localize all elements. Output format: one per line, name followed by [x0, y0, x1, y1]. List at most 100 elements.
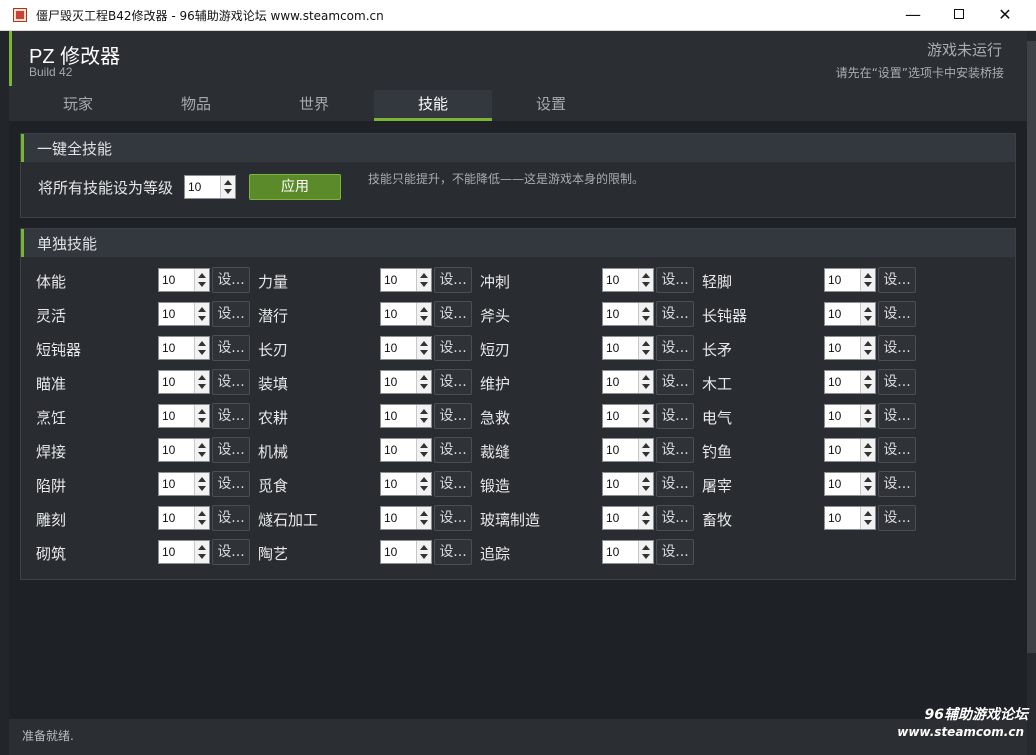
arrow-down-icon[interactable] [198, 350, 206, 355]
arrow-up-icon[interactable] [864, 443, 872, 448]
stepper-arrows[interactable] [194, 303, 209, 325]
arrow-down-icon[interactable] [420, 520, 428, 525]
arrow-down-icon[interactable] [198, 316, 206, 321]
skill-level-value[interactable]: 10 [384, 273, 397, 287]
tab-world[interactable]: 世界 [255, 90, 373, 121]
arrow-up-icon[interactable] [198, 341, 206, 346]
skill-set-button[interactable]: 设... [434, 267, 472, 293]
arrow-up-icon[interactable] [642, 477, 650, 482]
arrow-down-icon[interactable] [864, 452, 872, 457]
stepper-arrows[interactable] [194, 439, 209, 461]
skill-level-stepper[interactable]: 10 [158, 370, 210, 394]
skill-set-button[interactable]: 设... [434, 505, 472, 531]
skill-level-value[interactable]: 10 [162, 341, 175, 355]
skill-level-value[interactable]: 10 [606, 307, 619, 321]
skill-level-value[interactable]: 10 [384, 477, 397, 491]
arrow-down-icon[interactable] [864, 418, 872, 423]
stepper-arrows[interactable] [416, 405, 431, 427]
tab-player[interactable]: 玩家 [19, 90, 137, 121]
arrow-up-icon[interactable] [864, 409, 872, 414]
stepper-arrows[interactable] [638, 303, 653, 325]
stepper-arrows[interactable] [194, 405, 209, 427]
stepper-arrows[interactable] [638, 473, 653, 495]
skill-level-stepper[interactable]: 10 [380, 268, 432, 292]
skill-level-value[interactable]: 10 [606, 273, 619, 287]
skill-set-button[interactable]: 设... [212, 403, 250, 429]
skill-level-value[interactable]: 10 [828, 307, 841, 321]
skill-level-value[interactable]: 10 [828, 409, 841, 423]
skill-level-stepper[interactable]: 10 [602, 438, 654, 462]
stepper-arrows[interactable] [194, 337, 209, 359]
arrow-down-icon[interactable] [642, 384, 650, 389]
arrow-down-icon[interactable] [642, 554, 650, 559]
skill-level-stepper[interactable]: 10 [380, 472, 432, 496]
skill-set-button[interactable]: 设... [434, 471, 472, 497]
stepper-arrows[interactable] [194, 507, 209, 529]
skill-level-value[interactable]: 10 [162, 307, 175, 321]
stepper-arrows[interactable] [638, 371, 653, 393]
stepper-arrows[interactable] [194, 541, 209, 563]
stepper-arrows[interactable] [416, 473, 431, 495]
stepper-arrows[interactable] [860, 371, 875, 393]
arrow-down-icon[interactable] [642, 452, 650, 457]
skill-level-value[interactable]: 10 [606, 477, 619, 491]
arrow-up-icon[interactable] [224, 180, 232, 185]
skill-level-stepper[interactable]: 10 [158, 302, 210, 326]
arrow-up-icon[interactable] [642, 273, 650, 278]
skill-level-stepper[interactable]: 10 [824, 302, 876, 326]
skill-set-button[interactable]: 设... [212, 471, 250, 497]
skill-set-button[interactable]: 设... [656, 437, 694, 463]
stepper-arrows[interactable] [860, 405, 875, 427]
arrow-down-icon[interactable] [642, 418, 650, 423]
minimize-button[interactable]: — [890, 0, 936, 31]
arrow-up-icon[interactable] [420, 273, 428, 278]
arrow-down-icon[interactable] [198, 486, 206, 491]
skill-level-stepper[interactable]: 10 [158, 438, 210, 462]
arrow-up-icon[interactable] [420, 409, 428, 414]
arrow-up-icon[interactable] [198, 511, 206, 516]
arrow-down-icon[interactable] [864, 316, 872, 321]
stepper-arrows[interactable] [860, 303, 875, 325]
skill-level-stepper[interactable]: 10 [602, 540, 654, 564]
skill-level-stepper[interactable]: 10 [602, 268, 654, 292]
arrow-down-icon[interactable] [864, 350, 872, 355]
arrow-up-icon[interactable] [198, 307, 206, 312]
arrow-down-icon[interactable] [642, 316, 650, 321]
arrow-down-icon[interactable] [420, 486, 428, 491]
skill-level-stepper[interactable]: 10 [602, 472, 654, 496]
skill-level-value[interactable]: 10 [606, 409, 619, 423]
arrow-down-icon[interactable] [198, 520, 206, 525]
skill-set-button[interactable]: 设... [656, 335, 694, 361]
skill-set-button[interactable]: 设... [878, 335, 916, 361]
skill-set-button[interactable]: 设... [878, 267, 916, 293]
arrow-up-icon[interactable] [198, 375, 206, 380]
scrollbar-thumb[interactable] [1027, 41, 1036, 653]
arrow-down-icon[interactable] [420, 384, 428, 389]
arrow-down-icon[interactable] [864, 282, 872, 287]
skill-level-value[interactable]: 10 [162, 273, 175, 287]
skill-set-button[interactable]: 设... [434, 301, 472, 327]
skill-level-stepper[interactable]: 10 [158, 472, 210, 496]
skill-level-value[interactable]: 10 [606, 341, 619, 355]
skill-level-value[interactable]: 10 [384, 511, 397, 525]
skill-set-button[interactable]: 设... [656, 403, 694, 429]
arrow-down-icon[interactable] [198, 554, 206, 559]
arrow-up-icon[interactable] [864, 341, 872, 346]
stepper-arrows[interactable] [638, 439, 653, 461]
arrow-down-icon[interactable] [864, 520, 872, 525]
skill-level-value[interactable]: 10 [828, 511, 841, 525]
arrow-up-icon[interactable] [864, 273, 872, 278]
stepper-arrows[interactable] [416, 439, 431, 461]
skill-level-value[interactable]: 10 [384, 375, 397, 389]
tab-settings[interactable]: 设置 [492, 90, 610, 121]
arrow-up-icon[interactable] [198, 477, 206, 482]
stepper-arrows[interactable] [416, 303, 431, 325]
skill-set-button[interactable]: 设... [212, 539, 250, 565]
skill-set-button[interactable]: 设... [656, 369, 694, 395]
skill-set-button[interactable]: 设... [878, 471, 916, 497]
arrow-down-icon[interactable] [864, 486, 872, 491]
stepper-arrows[interactable] [860, 269, 875, 291]
stepper-arrows[interactable] [416, 269, 431, 291]
arrow-down-icon[interactable] [642, 520, 650, 525]
skill-level-stepper[interactable]: 10 [158, 540, 210, 564]
